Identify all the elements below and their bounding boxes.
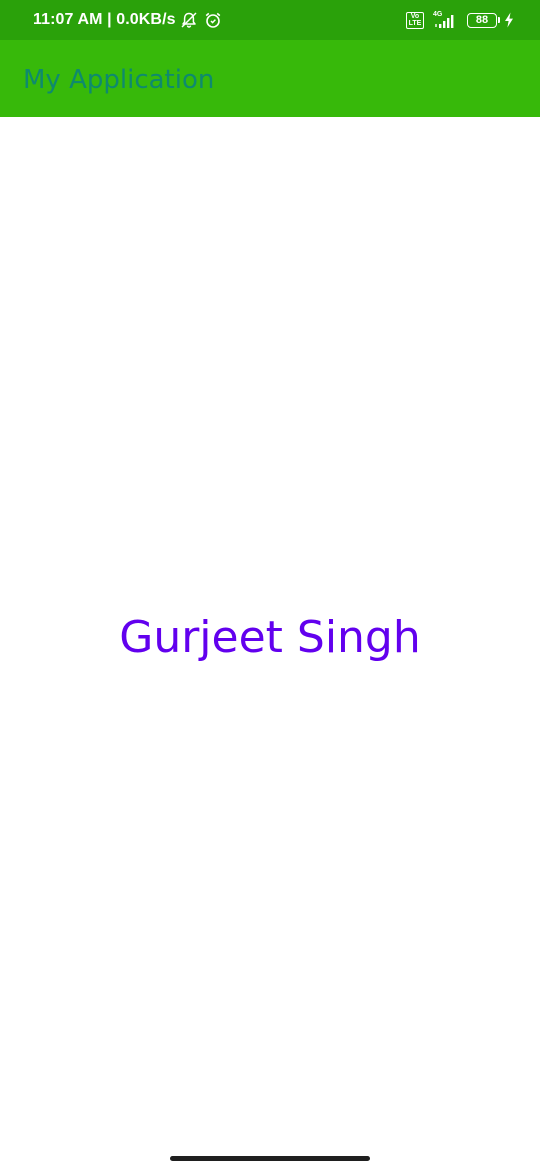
battery-icon: 88 bbox=[467, 12, 500, 28]
battery-level: 88 bbox=[475, 14, 489, 26]
status-left: 11:07 AM | 0.0KB/s bbox=[33, 0, 222, 40]
status-right: Vo LTE 4G 88 bbox=[406, 0, 514, 40]
volte-top-label: Vo bbox=[410, 13, 420, 20]
signal-icon: 4G bbox=[432, 10, 458, 30]
name-text: Gurjeet Singh bbox=[119, 612, 421, 663]
charging-bolt-icon bbox=[504, 12, 514, 28]
bell-off-icon bbox=[180, 11, 198, 29]
alarm-icon bbox=[204, 11, 222, 29]
volte-icon: Vo LTE bbox=[406, 11, 424, 29]
home-indicator[interactable] bbox=[170, 1156, 370, 1161]
volte-bottom-label: LTE bbox=[408, 20, 422, 27]
status-time-speed: 11:07 AM | 0.0KB/s bbox=[33, 11, 176, 28]
app-bar: My Application bbox=[0, 40, 540, 117]
main-content: Gurjeet Singh bbox=[0, 117, 540, 1157]
app-title: My Application bbox=[23, 65, 215, 95]
status-bar: 11:07 AM | 0.0KB/s Vo LTE 4G 88 bbox=[0, 0, 540, 40]
